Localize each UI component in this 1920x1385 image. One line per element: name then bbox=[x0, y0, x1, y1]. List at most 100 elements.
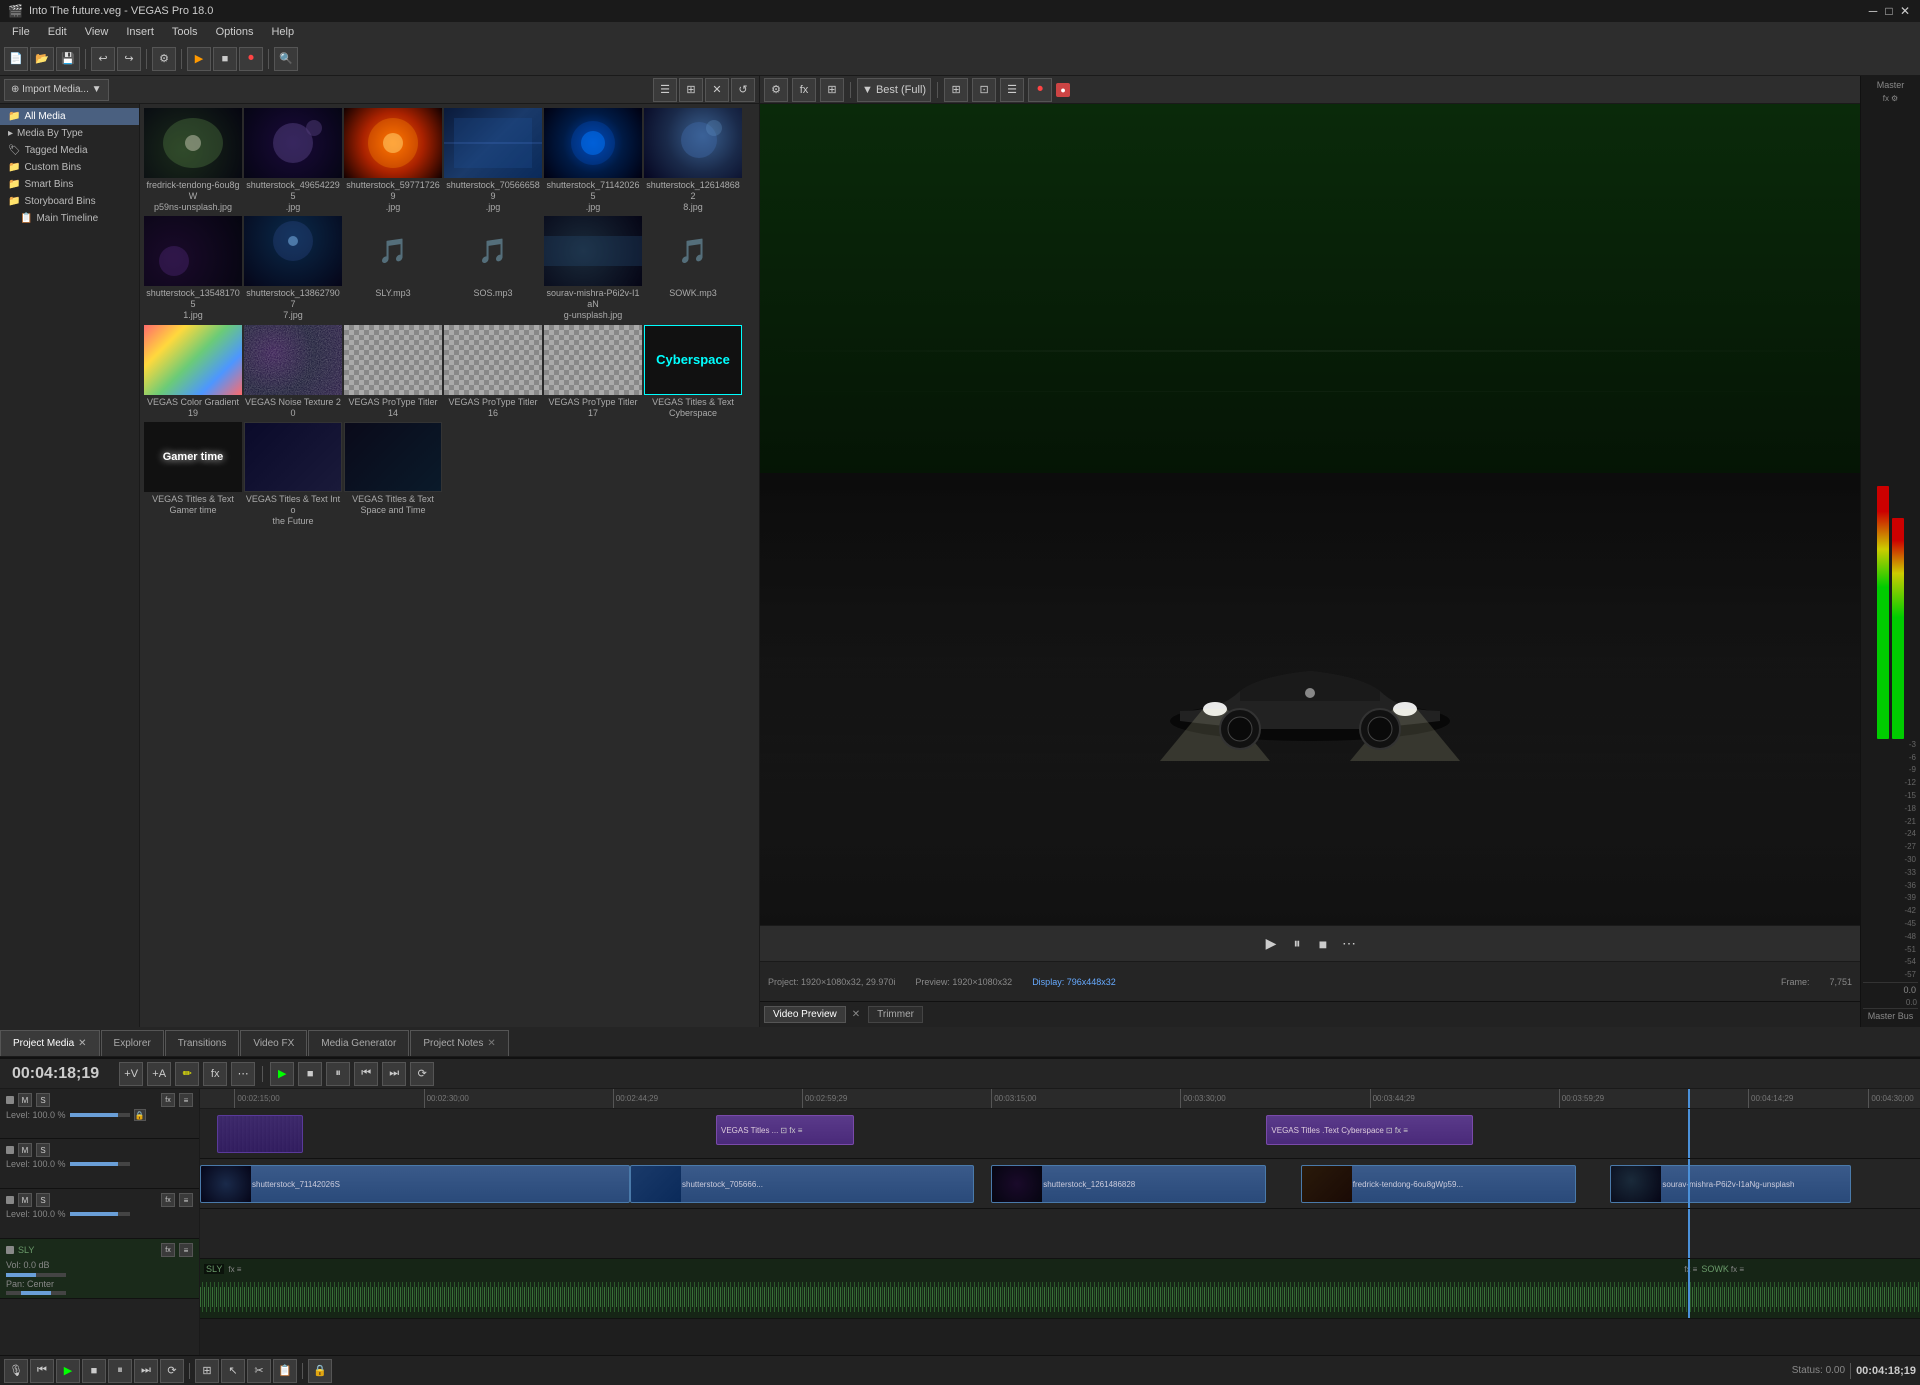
tl-envelope-btn[interactable]: ⋯ bbox=[231, 1062, 255, 1086]
bt-stop2[interactable]: ■ bbox=[82, 1359, 106, 1383]
bt-select[interactable]: ↖ bbox=[221, 1359, 245, 1383]
menu-tools[interactable]: Tools bbox=[164, 24, 206, 40]
media-item-shutterstock-1[interactable]: shutterstock_496542295.jpg bbox=[244, 108, 342, 214]
media-item-noise-texture[interactable]: VEGAS Noise Texture 20 bbox=[244, 325, 342, 421]
clip-video-2-1[interactable]: shutterstock_71142026S bbox=[200, 1165, 630, 1203]
vu-settings-icon[interactable]: ⚙ bbox=[1891, 94, 1898, 103]
media-item-protype-16[interactable]: VEGAS ProType Titler 16 bbox=[444, 325, 542, 421]
tl-add-audio-track[interactable]: +A bbox=[147, 1062, 171, 1086]
loop-btn[interactable]: ⋯ bbox=[1339, 934, 1359, 954]
preview-fx-btn[interactable]: fx bbox=[792, 78, 816, 102]
tab-project-notes-close[interactable]: ✕ bbox=[487, 1038, 495, 1049]
stop-preview-btn[interactable]: ■ bbox=[1313, 934, 1333, 954]
clip-video-2-3[interactable]: shutterstock_1261486828 bbox=[991, 1165, 1266, 1203]
bt-back[interactable]: ⏮ bbox=[30, 1359, 54, 1383]
stop-btn[interactable]: ■ bbox=[213, 47, 237, 71]
media-item-protype-14[interactable]: VEGAS ProType Titler 14 bbox=[344, 325, 442, 421]
sidebar-item-smart-bins[interactable]: 📁 Smart Bins bbox=[0, 176, 139, 193]
track-1-lock[interactable]: 🔒 bbox=[134, 1109, 146, 1121]
clip-vegas-titles-2[interactable]: VEGAS Titles .Text Cyberspace ⊡ fx ≡ bbox=[1266, 1115, 1472, 1145]
audio-track-fx[interactable]: fx bbox=[161, 1243, 175, 1257]
media-item-gamer-time[interactable]: Gamer time VEGAS Titles & TextGamer time bbox=[144, 422, 242, 528]
media-item-color-gradient[interactable]: VEGAS Color Gradient 19 bbox=[144, 325, 242, 421]
menu-file[interactable]: File bbox=[4, 24, 38, 40]
track-1-solo[interactable]: S bbox=[36, 1093, 50, 1107]
media-item-shutterstock-4[interactable]: shutterstock_711420265.jpg bbox=[544, 108, 642, 214]
sidebar-item-storyboard-bins[interactable]: 📁 Storyboard Bins bbox=[0, 193, 139, 210]
bt-cut[interactable]: ✂ bbox=[247, 1359, 271, 1383]
clip-video-2-4[interactable]: fredrick-tendong-6ou8gWp59... bbox=[1301, 1165, 1576, 1203]
clip-vegas-titles-1[interactable]: VEGAS Titles ... ⊡ fx ≡ bbox=[716, 1115, 854, 1145]
properties-btn[interactable]: ⚙ bbox=[152, 47, 176, 71]
tl-stop[interactable]: ■ bbox=[298, 1062, 322, 1086]
audio-track-vol-slider[interactable] bbox=[6, 1273, 66, 1277]
clip-video-2-2[interactable]: shutterstock_705666... bbox=[630, 1165, 974, 1203]
bt-snap[interactable]: ⊞ bbox=[195, 1359, 219, 1383]
tab-project-media-close[interactable]: ✕ bbox=[78, 1038, 86, 1049]
track-2-slider[interactable] bbox=[70, 1162, 130, 1166]
titlebar-controls[interactable]: ─ □ ✕ bbox=[1866, 4, 1912, 18]
media-item-protype-17[interactable]: VEGAS ProType Titler 17 bbox=[544, 325, 642, 421]
menu-edit[interactable]: Edit bbox=[40, 24, 75, 40]
track-2-drag[interactable] bbox=[6, 1146, 14, 1154]
media-item-shutterstock-5[interactable]: shutterstock_1261486828.jpg bbox=[644, 108, 742, 214]
undo-btn[interactable]: ↩ bbox=[91, 47, 115, 71]
preview-channels-btn[interactable]: ☰ bbox=[1000, 78, 1024, 102]
track-3-expand[interactable]: ≡ bbox=[179, 1193, 193, 1207]
media-item-shutterstock-7[interactable]: shutterstock_1386279077.jpg bbox=[244, 216, 342, 322]
track-3-fx[interactable]: fx bbox=[161, 1193, 175, 1207]
zoom-btn[interactable]: 🔍 bbox=[274, 47, 298, 71]
minimize-btn[interactable]: ─ bbox=[1866, 4, 1880, 18]
tl-next[interactable]: ⏭ bbox=[382, 1062, 406, 1086]
audio-track-expand[interactable]: ≡ bbox=[179, 1243, 193, 1257]
tl-normal-edit[interactable]: ✏ bbox=[175, 1062, 199, 1086]
open-btn[interactable]: 📂 bbox=[30, 47, 54, 71]
media-remove-btn[interactable]: ✕ bbox=[705, 78, 729, 102]
bt-pause2[interactable]: ⏸ bbox=[108, 1359, 132, 1383]
media-item-cyberspace[interactable]: Cyberspace VEGAS Titles & TextCyberspace bbox=[644, 325, 742, 421]
bt-lock2[interactable]: 🔒 bbox=[308, 1359, 332, 1383]
track-2-solo[interactable]: S bbox=[36, 1143, 50, 1157]
media-item-into-future[interactable]: VEGAS Titles & Text Intothe Future bbox=[244, 422, 342, 528]
media-item-sourav[interactable]: sourav-mishra-P6i2v-I1aNg-unsplash.jpg bbox=[544, 216, 642, 322]
sidebar-item-all-media[interactable]: 📁 All Media bbox=[0, 108, 139, 125]
tl-play[interactable]: ▶ bbox=[270, 1062, 294, 1086]
menu-insert[interactable]: Insert bbox=[118, 24, 162, 40]
media-item-shutterstock-6[interactable]: shutterstock_1354817051.jpg bbox=[144, 216, 242, 322]
sidebar-item-media-by-type[interactable]: ▸ Media By Type bbox=[0, 125, 139, 142]
tab-video-preview[interactable]: Video Preview bbox=[764, 1006, 846, 1023]
sidebar-item-custom-bins[interactable]: 📁 Custom Bins bbox=[0, 159, 139, 176]
clip-title-1[interactable] bbox=[217, 1115, 303, 1153]
track-3-drag[interactable] bbox=[6, 1196, 14, 1204]
preview-snap-btn[interactable]: ⊞ bbox=[820, 78, 844, 102]
tl-add-video-track[interactable]: +V bbox=[119, 1062, 143, 1086]
track-3-slider[interactable] bbox=[70, 1212, 130, 1216]
audio-track-pan-slider[interactable] bbox=[6, 1291, 66, 1295]
new-btn[interactable]: 📄 bbox=[4, 47, 28, 71]
track-2-mute[interactable]: M bbox=[18, 1143, 32, 1157]
import-media-btn[interactable]: ⊕ Import Media... ▼ bbox=[4, 79, 109, 101]
tl-prev[interactable]: ⏮ bbox=[354, 1062, 378, 1086]
play-btn[interactable]: ▶ bbox=[1261, 934, 1281, 954]
media-item-fredrick[interactable]: fredrick-tendong-6ou8gWp59ns-unsplash.jp… bbox=[144, 108, 242, 214]
media-item-shutterstock-2[interactable]: shutterstock_597717269.jpg bbox=[344, 108, 442, 214]
media-item-sos[interactable]: 🎵 SOS.mp3 bbox=[444, 216, 542, 322]
bt-play[interactable]: ▶ bbox=[56, 1359, 80, 1383]
tab-video-fx[interactable]: Video FX bbox=[240, 1030, 307, 1056]
media-item-sly[interactable]: 🎵 SLY.mp3 bbox=[344, 216, 442, 322]
preview-zoom-btn[interactable]: ⊡ bbox=[972, 78, 996, 102]
media-view-btn[interactable]: ☰ bbox=[653, 78, 677, 102]
preview-overlay-btn[interactable]: ⊞ bbox=[944, 78, 968, 102]
track-1-drag[interactable] bbox=[6, 1096, 14, 1104]
render-btn[interactable]: ▶ bbox=[187, 47, 211, 71]
pause-btn[interactable]: ⏸ bbox=[1287, 934, 1307, 954]
track-1-fx[interactable]: fx bbox=[161, 1093, 175, 1107]
tl-pause[interactable]: ⏸ bbox=[326, 1062, 350, 1086]
tab-trimmer[interactable]: Trimmer bbox=[868, 1006, 923, 1023]
quality-btn[interactable]: ▼ Best (Full) bbox=[857, 78, 931, 102]
record-btn[interactable]: ⏺ bbox=[239, 47, 263, 71]
menu-options[interactable]: Options bbox=[208, 24, 262, 40]
tab-explorer[interactable]: Explorer bbox=[101, 1030, 164, 1056]
maximize-btn[interactable]: □ bbox=[1882, 4, 1896, 18]
sidebar-item-tagged-media[interactable]: 🏷 Tagged Media bbox=[0, 142, 139, 159]
